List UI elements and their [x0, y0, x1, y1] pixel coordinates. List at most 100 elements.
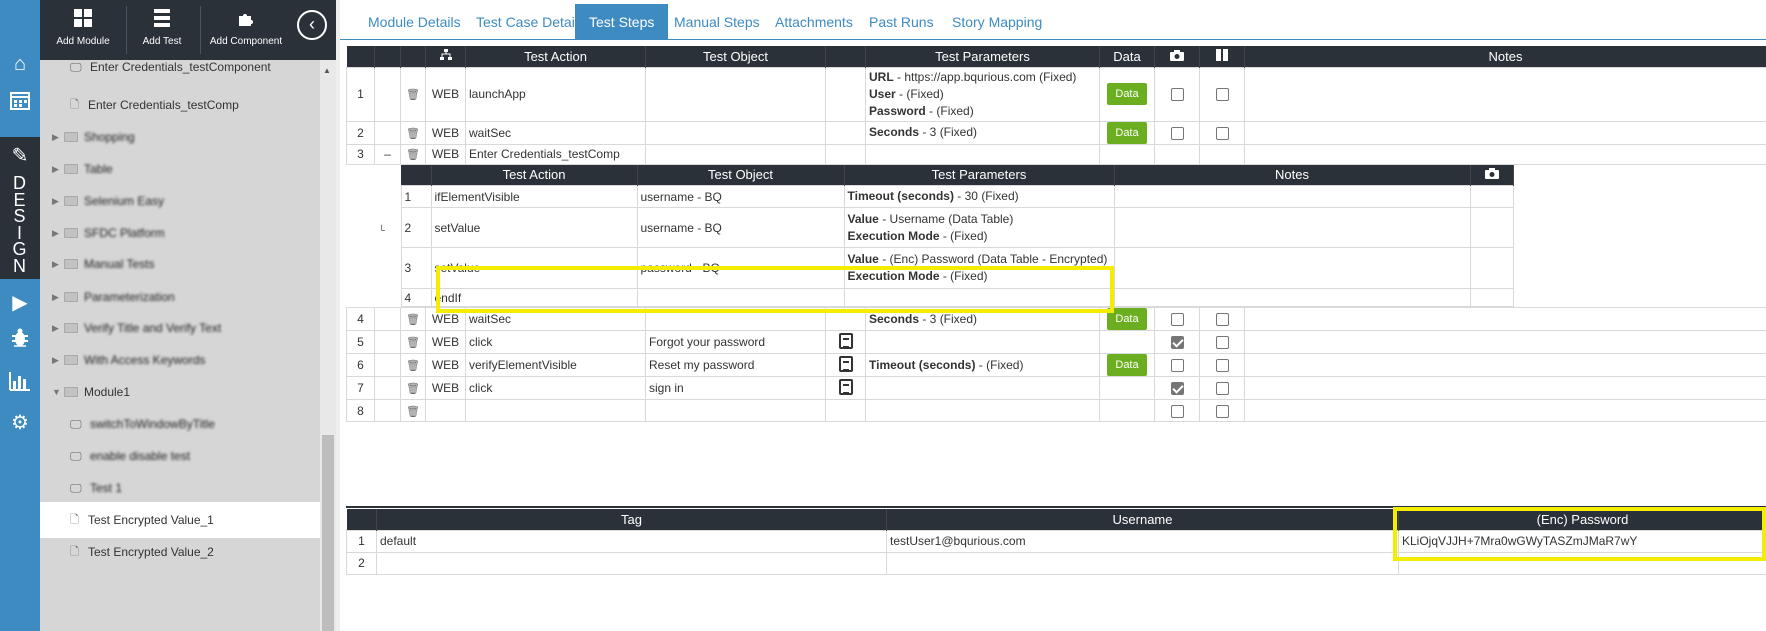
- screenshot-checkbox[interactable]: [1170, 336, 1184, 350]
- trash-icon[interactable]: 🗑: [406, 337, 420, 349]
- tab-attachments[interactable]: Attachments: [761, 4, 867, 40]
- expand-toggle-cell[interactable]: [374, 120, 401, 145]
- test-object-cell[interactable]: [645, 66, 826, 122]
- test-action-cell[interactable]: click: [465, 330, 646, 354]
- pause-checkbox[interactable]: [1215, 88, 1229, 102]
- home-icon[interactable]: ⌂: [0, 47, 40, 81]
- caret-right-icon[interactable]: ▶: [52, 196, 64, 207]
- expand-toggle-cell[interactable]: [374, 330, 401, 354]
- step-row[interactable]: 8 🗑: [346, 399, 1766, 422]
- username-cell[interactable]: [886, 551, 1399, 575]
- tab-story-mapping[interactable]: Story Mapping: [938, 4, 1056, 40]
- test-parameters-cell[interactable]: Timeout (seconds) - 30 (Fixed): [843, 185, 1115, 208]
- test-action-cell[interactable]: waitSec: [465, 307, 646, 331]
- step-row[interactable]: 4 🗑 WEB waitSec Seconds - 3 (Fixed) Data: [346, 307, 1766, 331]
- screenshot-checkbox[interactable]: [1170, 404, 1184, 418]
- test-action-cell[interactable]: verifyElementVisible: [465, 353, 646, 377]
- test-parameters-cell[interactable]: Seconds - 3 (Fixed): [865, 307, 1100, 331]
- step-row[interactable]: 5 🗑 WEB click Forgot your password: [346, 330, 1766, 354]
- tree-item[interactable]: 🗋 Test Encrypted Value_2: [40, 534, 320, 570]
- test-object-cell[interactable]: [645, 120, 826, 145]
- test-object-cell[interactable]: [645, 399, 826, 422]
- notes-cell[interactable]: [1244, 66, 1766, 122]
- expand-toggle-cell[interactable]: [374, 353, 401, 377]
- tab-past-runs[interactable]: Past Runs: [855, 4, 948, 40]
- settings-gears-icon[interactable]: ⚙: [0, 405, 40, 439]
- expand-toggle-cell[interactable]: [374, 376, 401, 400]
- tree-item[interactable]: ▶ Selenium Easy: [40, 183, 320, 219]
- notes-cell[interactable]: [1244, 376, 1766, 400]
- notes-cell[interactable]: [1244, 143, 1766, 165]
- notes-cell[interactable]: [1244, 353, 1766, 377]
- notes-icon[interactable]: [838, 332, 853, 349]
- test-object-cell[interactable]: [645, 143, 826, 165]
- trash-icon[interactable]: 🗑: [406, 383, 420, 395]
- step-row[interactable]: 6 🗑 WEB verifyElementVisible Reset my passwo…: [346, 353, 1766, 377]
- test-parameters-cell[interactable]: Timeout (seconds) - (Fixed): [865, 353, 1100, 377]
- trash-icon[interactable]: 🗑: [406, 360, 420, 372]
- test-action-cell[interactable]: click: [465, 376, 646, 400]
- design-section[interactable]: ✎ DESIGN: [0, 137, 40, 279]
- component-object-cell[interactable]: [636, 288, 845, 307]
- tree-item[interactable]: ▶ Table: [40, 151, 320, 187]
- pause-checkbox[interactable]: [1215, 313, 1229, 327]
- component-notes-cell[interactable]: [1113, 185, 1471, 208]
- tab-manual-steps[interactable]: Manual Steps: [660, 4, 774, 40]
- tree-item[interactable]: ▶ With Access Keywords: [40, 342, 320, 378]
- test-object-cell[interactable]: Reset my password: [645, 353, 826, 377]
- test-action-cell[interactable]: waitSec: [465, 120, 646, 145]
- notes-icon[interactable]: [838, 355, 853, 372]
- tree-item[interactable]: 🖵 Test 1: [40, 470, 320, 506]
- pause-checkbox[interactable]: [1215, 126, 1229, 140]
- trash-icon[interactable]: 🗑: [406, 89, 420, 101]
- data-table-row[interactable]: 1 default testUser1@bqurious.com KLiOjqVJJH…: [346, 529, 1766, 553]
- trash-icon[interactable]: 🗑: [406, 314, 420, 326]
- component-action-cell[interactable]: setValue: [430, 207, 638, 248]
- component-notes-cell[interactable]: [1113, 247, 1471, 289]
- test-action-cell[interactable]: [465, 399, 646, 422]
- tree-item[interactable]: ▶ Shopping: [40, 119, 320, 155]
- step-row[interactable]: 1 🗑 WEB launchApp URL - https://app.bqurious…: [346, 66, 1766, 122]
- pause-checkbox[interactable]: [1215, 382, 1229, 396]
- pause-checkbox[interactable]: [1215, 359, 1229, 373]
- trash-icon[interactable]: 🗑: [406, 128, 420, 140]
- step-row[interactable]: 3– 🗑 WEB Enter Credentials_testComp: [346, 143, 1766, 165]
- tab-test-steps[interactable]: Test Steps: [575, 4, 669, 40]
- component-object-cell[interactable]: password - BQ: [636, 247, 845, 289]
- expand-toggle-cell[interactable]: –: [374, 143, 401, 165]
- tab-module-details[interactable]: Module Details: [354, 4, 475, 40]
- notes-cell[interactable]: [1244, 399, 1766, 422]
- tree-item[interactable]: ▶ Verify Title and Verify Text: [40, 310, 320, 346]
- test-parameters-cell[interactable]: [843, 288, 1115, 307]
- component-notes-cell[interactable]: [1113, 207, 1471, 248]
- component-action-cell[interactable]: ifElementVisible: [430, 185, 638, 208]
- expand-toggle-cell[interactable]: [374, 66, 401, 122]
- caret-right-icon[interactable]: ▶: [52, 292, 64, 303]
- username-cell[interactable]: testUser1@bqurious.com: [886, 529, 1399, 553]
- screenshot-checkbox[interactable]: [1170, 313, 1184, 327]
- component-action-cell[interactable]: endIf: [430, 288, 638, 307]
- enc-password-cell[interactable]: KLiOjqVJJH+7Mra0wGWyTASZmJMaR7wY: [1398, 529, 1766, 553]
- tree-item[interactable]: 🖵 switchToWindowByTitle: [40, 406, 320, 442]
- caret-right-icon[interactable]: ▶: [52, 132, 64, 143]
- test-parameters-cell[interactable]: [865, 376, 1100, 400]
- caret-right-icon[interactable]: ▶: [52, 228, 64, 239]
- data-button[interactable]: Data: [1107, 354, 1147, 376]
- notes-icon[interactable]: [838, 378, 853, 395]
- component-step-row[interactable]: 2 setValue username - BQ Value - Username (…: [400, 207, 1514, 248]
- notes-cell[interactable]: [1244, 330, 1766, 354]
- screenshot-checkbox[interactable]: [1170, 382, 1184, 396]
- calendar-icon[interactable]: [0, 83, 40, 117]
- test-object-cell[interactable]: sign in: [645, 376, 826, 400]
- tree-scrollbar[interactable]: ▲: [320, 60, 336, 631]
- tree-item[interactable]: 🗋 Test Encrypted Value_1: [40, 502, 320, 538]
- test-parameters-cell[interactable]: [865, 143, 1100, 165]
- test-action-cell[interactable]: launchApp: [465, 66, 646, 122]
- trash-icon[interactable]: 🗑: [406, 406, 420, 418]
- test-object-cell[interactable]: Forgot your password: [645, 330, 826, 354]
- test-parameters-cell[interactable]: [865, 330, 1100, 354]
- expand-toggle-cell[interactable]: [374, 399, 401, 422]
- test-parameters-cell[interactable]: [865, 399, 1100, 422]
- tab-test-case-detail[interactable]: Test Case Detail: [462, 4, 592, 40]
- pause-checkbox[interactable]: [1215, 404, 1229, 418]
